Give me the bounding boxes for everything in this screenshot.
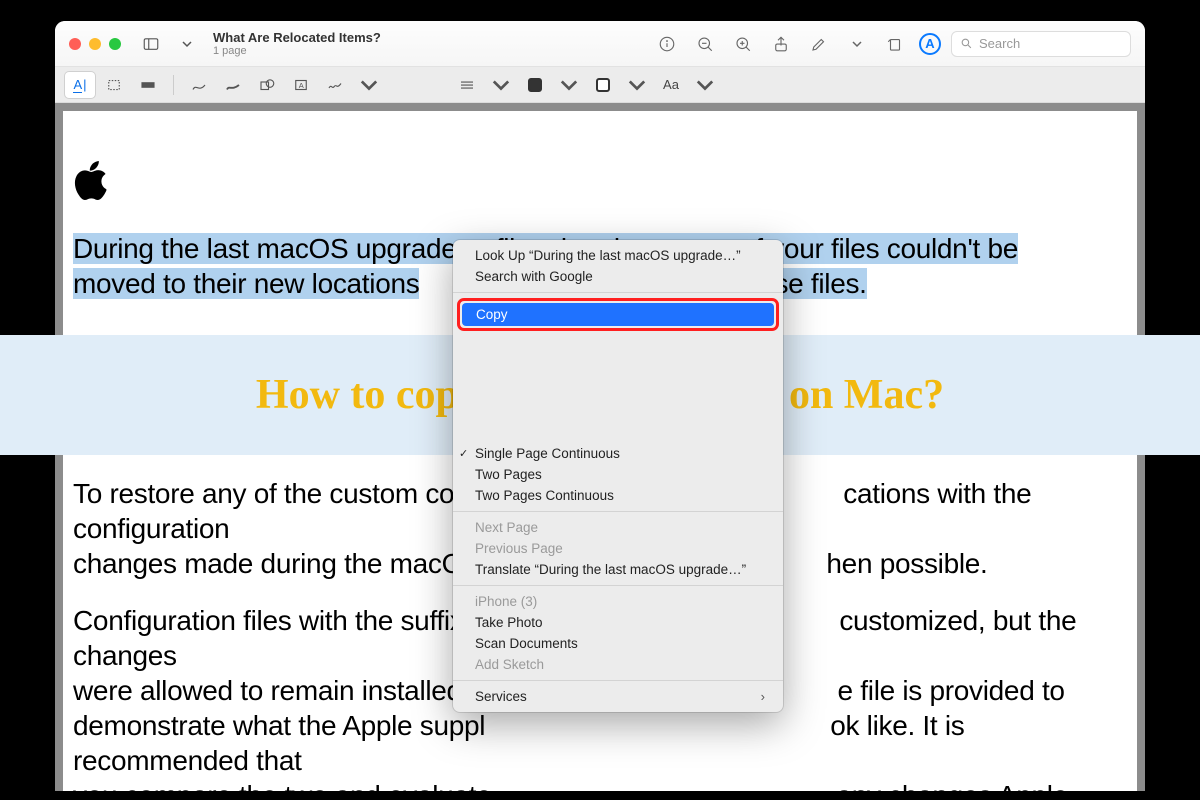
sidebar-toggle-button[interactable] [137, 30, 165, 58]
ctx-search-google[interactable]: Search with Google [453, 266, 783, 287]
selected-text-line2b: se files. [774, 268, 866, 299]
traffic-lights [69, 38, 121, 50]
ctx-scan-documents[interactable]: Scan Documents [453, 633, 783, 654]
sign-menu-chevron[interactable] [354, 72, 384, 98]
markup-toggle-button[interactable]: A [919, 33, 941, 55]
view-menu-chevron[interactable] [173, 30, 201, 58]
document-title: What Are Relocated Items? [213, 30, 381, 45]
draw-tool[interactable] [218, 72, 248, 98]
titlebar: What Are Relocated Items? 1 page A Searc… [55, 21, 1145, 67]
rotate-button[interactable] [881, 30, 909, 58]
ctx-separator [453, 292, 783, 293]
highlight-button[interactable] [805, 30, 833, 58]
ctx-previous-page: Previous Page [453, 538, 783, 559]
minimize-window-button[interactable] [89, 38, 101, 50]
ctx-copy[interactable]: Copy [462, 303, 774, 326]
text-selection-tool[interactable]: A| [65, 72, 95, 98]
ctx-separator [453, 585, 783, 586]
svg-text:A: A [299, 81, 304, 90]
shapes-tool[interactable] [252, 72, 282, 98]
close-window-button[interactable] [69, 38, 81, 50]
fill-color-tool[interactable] [588, 72, 618, 98]
sketch-tool[interactable] [184, 72, 214, 98]
line-style-tool[interactable] [452, 72, 482, 98]
stroke-color-tool[interactable] [520, 72, 550, 98]
zoom-in-button[interactable] [729, 30, 757, 58]
search-field[interactable]: Search [951, 31, 1131, 57]
selected-text-line2a: moved to their new locations [73, 268, 419, 299]
apple-logo-icon [73, 161, 107, 201]
ctx-translate[interactable]: Translate “During the last macOS upgrade… [453, 559, 783, 580]
text-tool[interactable]: A [286, 72, 316, 98]
highlight-menu-chevron[interactable] [843, 30, 871, 58]
rect-selection-tool[interactable] [99, 72, 129, 98]
ctx-two-pages[interactable]: Two Pages [453, 464, 783, 485]
redact-tool[interactable] [133, 72, 163, 98]
chevron-right-icon: › [761, 689, 765, 704]
ctx-single-page-continuous[interactable]: ✓Single Page Continuous [453, 443, 783, 464]
document-title-block: What Are Relocated Items? 1 page [213, 30, 381, 57]
zoom-window-button[interactable] [109, 38, 121, 50]
check-icon: ✓ [459, 447, 468, 460]
info-button[interactable] [653, 30, 681, 58]
ctx-copy-highlight-frame: Copy [457, 298, 779, 331]
titlebar-actions: A Search [653, 30, 1131, 58]
line-style-chevron[interactable] [486, 72, 516, 98]
context-menu: Look Up “During the last macOS upgrade…”… [453, 240, 783, 712]
zoom-out-button[interactable] [691, 30, 719, 58]
stroke-color-chevron[interactable] [554, 72, 584, 98]
markup-icon: A [925, 36, 934, 51]
ctx-two-pages-continuous[interactable]: Two Pages Continuous [453, 485, 783, 506]
ctx-services[interactable]: Services› [453, 686, 783, 707]
page-count-label: 1 page [213, 45, 381, 57]
ctx-add-sketch: Add Sketch [453, 654, 783, 675]
fill-color-chevron[interactable] [622, 72, 652, 98]
markup-toolbar: A| A Aa [55, 67, 1145, 103]
share-button[interactable] [767, 30, 795, 58]
search-icon [960, 37, 973, 50]
ctx-separator [453, 511, 783, 512]
ctx-next-page: Next Page [453, 517, 783, 538]
ctx-lookup[interactable]: Look Up “During the last macOS upgrade…” [453, 245, 783, 266]
ctx-take-photo[interactable]: Take Photo [453, 612, 783, 633]
search-placeholder: Search [979, 36, 1020, 51]
font-style-tool[interactable]: Aa [656, 72, 686, 98]
font-style-chevron[interactable] [690, 72, 720, 98]
ctx-separator [453, 680, 783, 681]
sign-tool[interactable] [320, 72, 350, 98]
ctx-iphone-header: iPhone (3) [453, 591, 783, 612]
